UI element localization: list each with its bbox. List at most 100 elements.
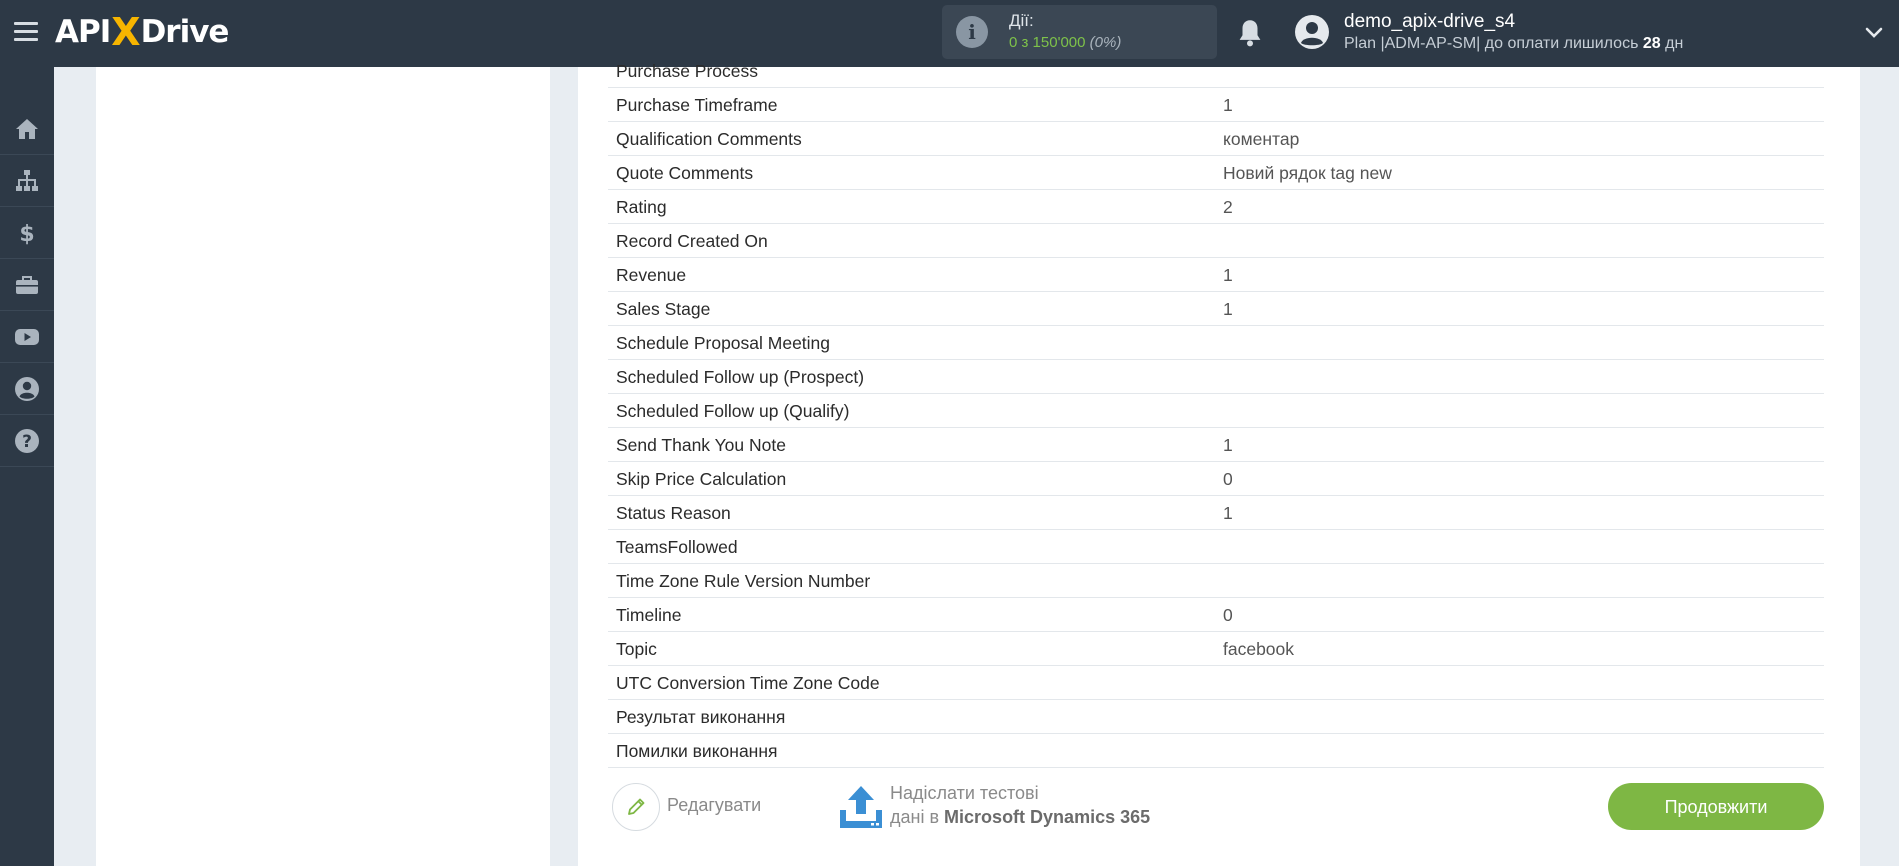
table-row: Quote Comments Новий рядок tag new <box>608 156 1824 190</box>
chevron-down-icon[interactable] <box>1864 22 1884 42</box>
table-row: Send Thank You Note 1 <box>608 428 1824 462</box>
user-icon <box>15 376 39 401</box>
actions-label: Дії: <box>1009 11 1034 30</box>
field-value: 2 <box>1223 197 1233 217</box>
field-name: Timeline <box>616 605 682 625</box>
field-name: Skip Price Calculation <box>616 469 787 489</box>
send-test-target: Microsoft Dynamics 365 <box>944 807 1151 827</box>
info-icon: i <box>956 16 988 48</box>
field-value: 1 <box>1223 503 1233 523</box>
table-row: Qualification Comments коментар <box>608 122 1824 156</box>
help-icon: ? <box>15 428 39 453</box>
send-test-line1[interactable]: Надіслати тестові <box>890 783 1039 804</box>
data-table: Purchase Process Purchase Timeframe 1 Quali… <box>608 54 1824 768</box>
table-row: Skip Price Calculation 0 <box>608 462 1824 496</box>
field-name: Qualification Comments <box>616 129 802 149</box>
sidebar-item-services[interactable] <box>0 259 54 311</box>
svg-text:?: ? <box>22 432 32 452</box>
field-name: TeamsFollowed <box>616 537 738 557</box>
edit-button[interactable] <box>612 783 660 831</box>
logo-x: X <box>111 10 140 54</box>
actions-counter[interactable]: i Дії: 0 з 150'000 (0%) <box>942 5 1217 59</box>
table-row: Scheduled Follow up (Qualify) <box>608 394 1824 428</box>
logo-suffix: Drive <box>140 14 230 50</box>
field-name: Time Zone Rule Version Number <box>616 571 871 591</box>
field-value: 1 <box>1223 299 1233 319</box>
plan-text: Plan |ADM-AP-SM| до оплати лишилось <box>1344 35 1639 52</box>
field-name: UTC Conversion Time Zone Code <box>616 673 880 693</box>
youtube-icon <box>15 328 39 345</box>
edit-label[interactable]: Редагувати <box>667 795 761 816</box>
menu-icon[interactable] <box>14 22 38 42</box>
send-test-line2[interactable]: дані в Microsoft Dynamics 365 <box>890 807 1150 828</box>
actions-percent: (0%) <box>1089 34 1122 51</box>
sidebar-item-profile[interactable] <box>0 363 54 415</box>
pencil-icon <box>628 798 645 815</box>
upload-icon[interactable] <box>838 784 884 830</box>
field-name: Quote Comments <box>616 163 754 183</box>
table-row: Помилки виконання <box>608 734 1824 768</box>
field-name: Sales Stage <box>616 299 711 319</box>
bell-icon[interactable] <box>1236 18 1264 48</box>
sidebar-item-videos[interactable] <box>0 311 54 363</box>
field-name: Record Created On <box>616 231 768 251</box>
sidebar-item-connections[interactable] <box>0 155 54 207</box>
plan-days-unit: дн <box>1665 35 1684 52</box>
main-panel: Purchase Process Purchase Timeframe 1 Quali… <box>578 61 1860 866</box>
sidebar-item-home[interactable] <box>0 103 54 155</box>
field-value: 0 <box>1223 605 1233 625</box>
field-value: коментар <box>1223 129 1300 149</box>
field-name: Revenue <box>616 265 687 285</box>
table-row: Revenue 1 <box>608 258 1824 292</box>
field-value: Новий рядок tag new <box>1223 163 1392 183</box>
table-row: TeamsFollowed <box>608 530 1824 564</box>
action-bar: Редагувати Надіслати тестові дані в Micr… <box>578 777 1860 837</box>
field-value: 0 <box>1223 469 1233 489</box>
field-value: 1 <box>1223 435 1233 455</box>
plan-days: 28 <box>1642 35 1661 52</box>
svg-text:$: $ <box>19 222 34 246</box>
logo[interactable]: API X Drive <box>55 10 230 54</box>
field-value: 1 <box>1223 95 1233 115</box>
field-name: Schedule Proposal Meeting <box>616 333 831 353</box>
field-name: Результат виконання <box>616 707 786 727</box>
actions-value: 0 з 150'000 (0%) <box>1009 34 1121 51</box>
sidebar-item-help[interactable]: ? <box>0 415 54 467</box>
table-row: Time Zone Rule Version Number <box>608 564 1824 598</box>
send-test-prefix: дані в <box>890 807 940 827</box>
table-row: Purchase Process <box>608 54 1824 88</box>
table-row: Результат виконання <box>608 700 1824 734</box>
field-value: 1 <box>1223 265 1233 285</box>
field-name: Purchase Process <box>616 61 759 81</box>
table-row: Sales Stage 1 <box>608 292 1824 326</box>
sitemap-icon <box>16 169 38 191</box>
plan-info: Plan |ADM-AP-SM| до оплати лишилось 28 д… <box>1344 35 1683 53</box>
table-row: UTC Conversion Time Zone Code <box>608 666 1824 700</box>
table-row: Scheduled Follow up (Prospect) <box>608 360 1824 394</box>
table-row: Purchase Timeframe 1 <box>608 88 1824 122</box>
field-name: Rating <box>616 197 667 217</box>
sidebar-item-billing[interactable]: $ <box>0 207 54 259</box>
field-name: Scheduled Follow up (Prospect) <box>616 367 865 387</box>
field-name: Topic <box>616 639 657 659</box>
field-value: facebook <box>1223 639 1295 659</box>
table-row: Schedule Proposal Meeting <box>608 326 1824 360</box>
table-row: Timeline 0 <box>608 598 1824 632</box>
field-name: Send Thank You Note <box>616 435 786 455</box>
field-name: Purchase Timeframe <box>616 95 778 115</box>
actions-count: 0 з 150'000 <box>1009 34 1086 51</box>
table-row: Topic facebook <box>608 632 1824 666</box>
field-name: Status Reason <box>616 503 731 523</box>
username[interactable]: demo_apix-drive_s4 <box>1344 11 1515 33</box>
table-row: Rating 2 <box>608 190 1824 224</box>
table-row: Status Reason 1 <box>608 496 1824 530</box>
home-icon <box>16 118 38 139</box>
avatar-icon[interactable] <box>1294 14 1330 50</box>
field-name: Scheduled Follow up (Qualify) <box>616 401 850 421</box>
continue-button[interactable]: Продовжити <box>1608 783 1824 830</box>
dollar-icon: $ <box>19 222 34 246</box>
logo-prefix: API <box>55 14 111 50</box>
sidebar: $ ? <box>0 67 54 866</box>
field-name: Помилки виконання <box>616 741 778 761</box>
left-panel <box>96 67 550 866</box>
